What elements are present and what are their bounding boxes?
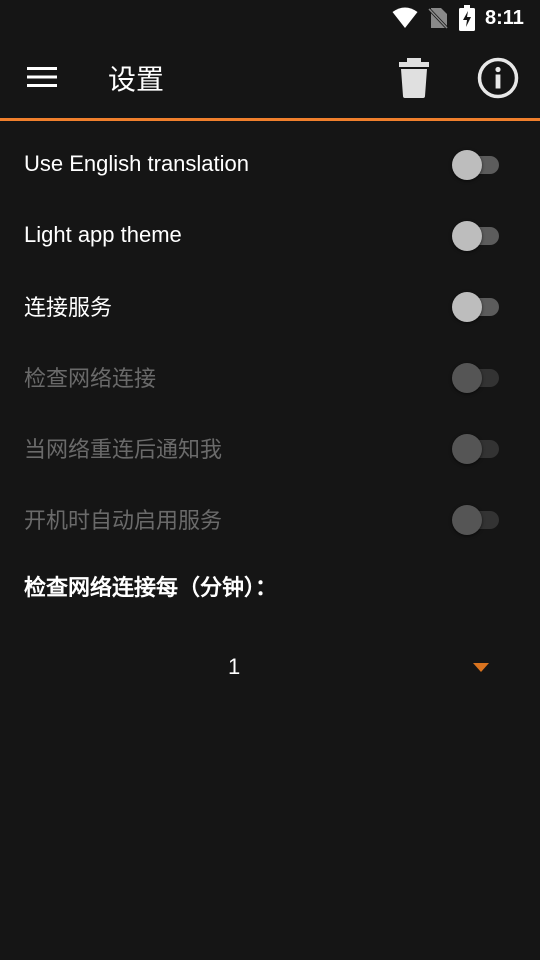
notify-reconnect-switch	[451, 432, 501, 464]
setting-label: 当网络重连后通知我	[24, 436, 223, 462]
no-sim-icon	[428, 7, 448, 29]
setting-label: Light app theme	[24, 221, 182, 247]
start-on-boot-switch	[451, 503, 501, 535]
setting-label: 检查网络连接	[24, 365, 157, 391]
check-network-switch	[451, 361, 501, 393]
info-icon[interactable]	[477, 57, 519, 99]
setting-row-notify-reconnect: 当网络重连后通知我	[0, 412, 540, 483]
setting-row-connect-service[interactable]: 连接服务	[0, 270, 540, 341]
check-interval-spinner[interactable]: 1	[0, 640, 540, 698]
light-theme-switch[interactable]	[451, 219, 501, 251]
page-title: 设置	[108, 63, 165, 96]
setting-label: 连接服务	[24, 294, 113, 320]
spinner-selected-value: 1	[228, 654, 241, 679]
dropdown-arrow-icon	[473, 663, 489, 672]
switch-thumb	[452, 504, 482, 535]
setting-row-light-theme[interactable]: Light app theme	[0, 199, 540, 270]
switch-thumb	[452, 291, 482, 322]
trash-icon[interactable]	[398, 58, 430, 98]
battery-charging-icon	[459, 5, 475, 31]
toolbar-accent-divider	[0, 118, 540, 121]
setting-row-start-on-boot: 开机时自动启用服务	[0, 483, 540, 554]
status-bar: 8:11	[0, 0, 540, 36]
switch-thumb	[452, 220, 482, 251]
check-interval-label: 检查网络连接每（分钟）：	[24, 576, 278, 601]
switch-thumb	[452, 433, 482, 464]
setting-label: Use English translation	[24, 150, 250, 176]
setting-row-check-network: 检查网络连接	[0, 341, 540, 412]
app-toolbar: 设置	[0, 36, 540, 118]
switch-thumb	[452, 362, 482, 393]
setting-row-english[interactable]: Use English translation	[0, 128, 540, 199]
setting-label: 开机时自动启用服务	[24, 507, 223, 533]
switch-thumb	[452, 149, 482, 180]
status-time: 8:11	[485, 7, 524, 29]
settings-list: Use English translation Light app theme …	[0, 128, 540, 554]
menu-icon[interactable]	[27, 66, 57, 88]
english-translation-switch[interactable]	[451, 148, 501, 180]
connect-service-switch[interactable]	[451, 290, 501, 322]
wifi-icon	[392, 7, 418, 28]
